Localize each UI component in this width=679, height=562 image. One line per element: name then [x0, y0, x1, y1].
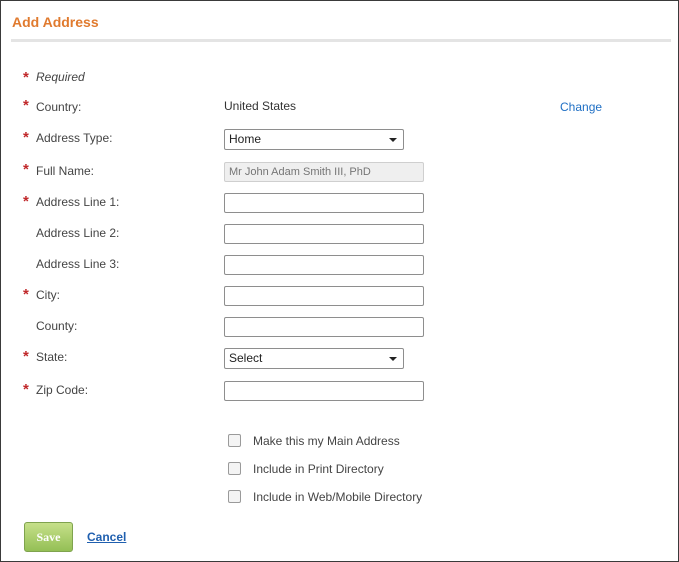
state-selected: Select	[229, 351, 263, 365]
full-name-field	[224, 162, 424, 182]
required-star-icon: *	[23, 69, 29, 86]
change-country-link[interactable]: Change	[560, 100, 602, 114]
main-address-checkbox[interactable]	[228, 434, 241, 447]
required-star-icon: *	[23, 286, 29, 303]
print-directory-checkbox[interactable]	[228, 462, 241, 475]
address-line3-field[interactable]	[224, 255, 424, 275]
required-star-icon: *	[23, 193, 29, 210]
address-line1-field[interactable]	[224, 193, 424, 213]
address-type-selected: Home	[229, 132, 262, 146]
required-star-icon: *	[23, 348, 29, 365]
web-directory-checkbox[interactable]	[228, 490, 241, 503]
state-select[interactable]: Select	[224, 348, 404, 369]
required-star-icon: *	[23, 381, 29, 398]
zip-code-label: Zip Code:	[36, 383, 89, 397]
address-type-select[interactable]: Home	[224, 129, 404, 150]
country-label: Country:	[36, 100, 82, 114]
title-divider	[11, 39, 671, 42]
county-field[interactable]	[224, 317, 424, 337]
save-button[interactable]: Save	[24, 522, 73, 552]
full-name-label: Full Name:	[36, 164, 95, 178]
cancel-link[interactable]: Cancel	[87, 530, 126, 544]
country-value: United States	[224, 99, 297, 113]
address-line3-label: Address Line 3:	[36, 257, 120, 271]
county-label: County:	[36, 319, 78, 333]
dialog-title: Add Address	[12, 14, 99, 30]
required-note: Required	[36, 70, 85, 84]
web-directory-label[interactable]: Include in Web/Mobile Directory	[253, 490, 422, 504]
state-label: State:	[36, 350, 68, 364]
city-field[interactable]	[224, 286, 424, 306]
print-directory-label[interactable]: Include in Print Directory	[253, 462, 384, 476]
address-line2-field[interactable]	[224, 224, 424, 244]
required-star-icon: *	[23, 97, 29, 114]
city-label: City:	[36, 288, 60, 302]
chevron-down-icon	[389, 357, 397, 361]
main-address-label[interactable]: Make this my Main Address	[253, 434, 400, 448]
address-line2-label: Address Line 2:	[36, 226, 120, 240]
add-address-dialog: Add Address * Required * Country: United…	[0, 0, 679, 562]
address-line1-label: Address Line 1:	[36, 195, 120, 209]
zip-code-field[interactable]	[224, 381, 424, 401]
chevron-down-icon	[389, 138, 397, 142]
address-type-label: Address Type:	[36, 131, 113, 145]
required-star-icon: *	[23, 129, 29, 146]
required-star-icon: *	[23, 161, 29, 178]
